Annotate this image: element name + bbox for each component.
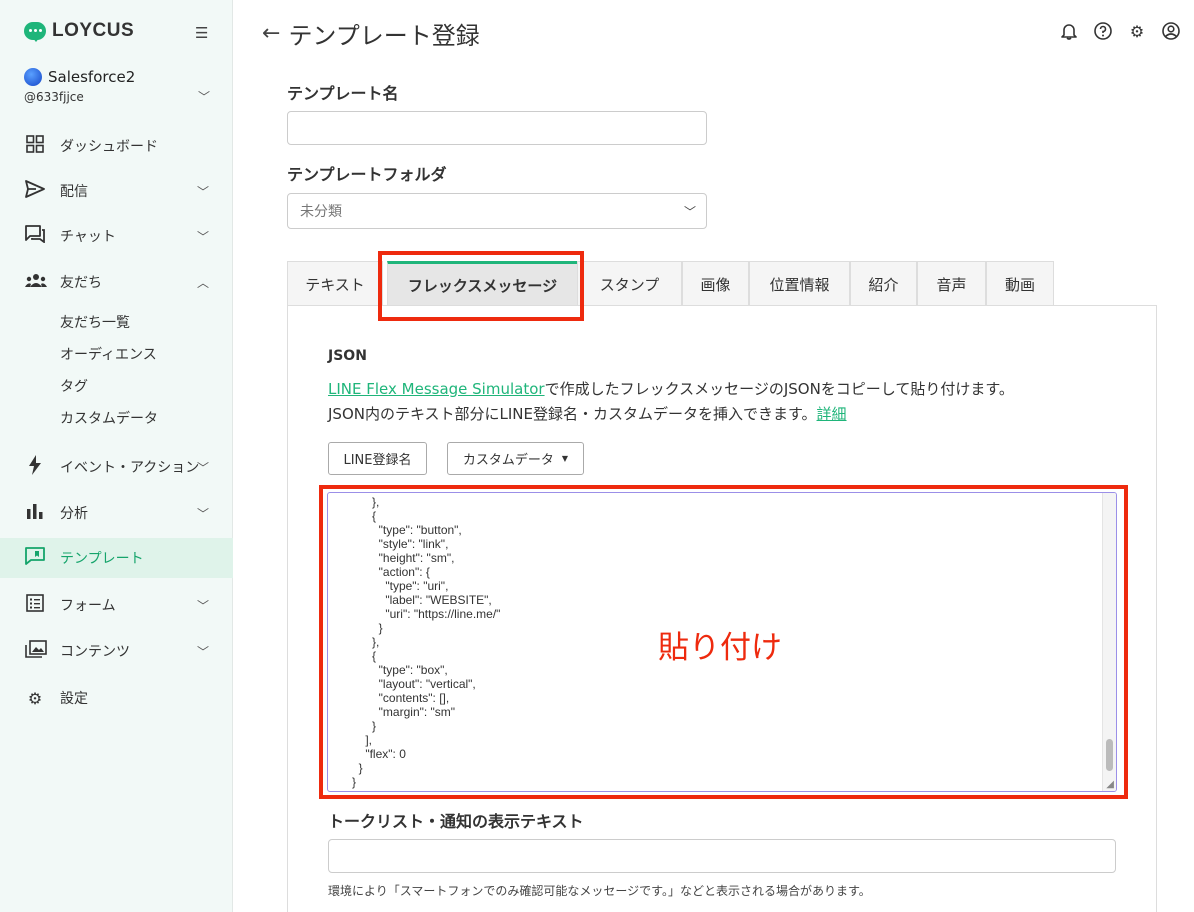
json-section-title: JSON [328, 348, 367, 364]
chat-icon [25, 225, 45, 247]
nav-delivery[interactable]: 配信 ﹀ [0, 171, 233, 211]
nav-chat-label: チャット [60, 229, 116, 245]
template-folder-value: 未分類 [300, 204, 342, 220]
nav-events[interactable]: イベント・アクション ﹀ [0, 447, 233, 487]
nav-contents-label: コンテンツ [60, 644, 130, 660]
custom-data-button-label: カスタムデータ [462, 453, 554, 468]
logo-text: LOYCUS [52, 20, 135, 41]
chevron-down-icon: ﹀ [197, 184, 210, 199]
nav-dashboard-label: ダッシュボード [60, 139, 158, 155]
top-icons: ⚙ [1060, 22, 1180, 41]
page-title: テンプレート登録 [288, 22, 480, 50]
nav-contents[interactable]: コンテンツ ﹀ [0, 631, 233, 671]
tab-sticker[interactable]: スタンプ [577, 261, 682, 306]
nav-form[interactable]: フォーム ﹀ [0, 585, 233, 625]
nav-friends[interactable]: 友だち ︿ [0, 262, 233, 302]
people-icon [25, 272, 47, 292]
page-header: ← テンプレート登録 [262, 16, 480, 51]
json-description-line1: LINE Flex Message Simulatorで作成したフレックスメッセ… [328, 378, 1014, 399]
bell-icon[interactable] [1060, 22, 1078, 40]
nav-delivery-label: 配信 [60, 184, 88, 200]
alt-text-hint: 環境により「スマートフォンでのみ確認可能なメッセージです。」などと表示される場合… [328, 884, 871, 898]
bar-chart-icon [25, 503, 45, 523]
flex-simulator-link[interactable]: LINE Flex Message Simulator [328, 380, 545, 398]
nav-settings-label: 設定 [60, 691, 88, 707]
nav-custom-data[interactable]: カスタムデータ [60, 408, 158, 428]
send-icon [25, 180, 45, 202]
tab-image[interactable]: 画像 [682, 261, 749, 306]
alt-text-label: トークリスト・通知の表示テキスト [328, 812, 584, 831]
chevron-down-icon: ﹀ [197, 644, 210, 659]
nav-events-label: イベント・アクション [60, 460, 200, 476]
nav-audience[interactable]: オーディエンス [60, 344, 157, 364]
nav-friends-label: 友だち [60, 275, 102, 291]
nav-analytics-label: 分析 [60, 506, 88, 522]
back-arrow-icon[interactable]: ← [262, 21, 280, 46]
json-description-line2: JSON内のテキスト部分にLINE登録名・カスタムデータを挿入できます。詳細 [328, 403, 847, 424]
help-icon[interactable] [1094, 22, 1112, 40]
paste-annotation: 貼り付け [658, 630, 782, 666]
chevron-down-icon: ﹀ [683, 204, 696, 219]
tab-highlight-box [378, 251, 584, 321]
lightning-icon [25, 455, 45, 479]
tab-location[interactable]: 位置情報 [749, 261, 850, 306]
nav-dashboard[interactable]: ダッシュボード [0, 126, 233, 166]
chevron-down-icon: ﹀ [197, 460, 210, 475]
tab-audio[interactable]: 音声 [917, 261, 986, 306]
nav-friends-list[interactable]: 友だち一覧 [60, 312, 130, 332]
settings-gear-icon[interactable]: ⚙ [1128, 22, 1146, 41]
caret-down-icon: ▼ [561, 454, 569, 463]
tab-text[interactable]: テキスト [287, 261, 383, 306]
custom-data-dropdown-button[interactable]: カスタムデータ ▼ [447, 442, 584, 475]
detail-link[interactable]: 詳細 [817, 405, 847, 423]
template-folder-select[interactable]: 未分類 ﹀ [287, 193, 707, 229]
tab-referral[interactable]: 紹介 [850, 261, 917, 306]
account-name: Salesforce2 [48, 68, 136, 86]
chevron-down-icon[interactable]: ﹀ [198, 88, 210, 105]
nav-settings[interactable]: ⚙ 設定 [0, 678, 233, 718]
account-switcher[interactable]: Salesforce2 @633fjjce [24, 68, 135, 104]
account-avatar-icon [24, 68, 42, 86]
nav-tags[interactable]: タグ [60, 376, 88, 396]
form-icon [25, 594, 45, 616]
sidebar: LOYCUS ☰ Salesforce2 @633fjjce ﹀ ダッシュボード… [0, 0, 233, 912]
account-circle-icon[interactable] [1162, 22, 1180, 40]
template-name-label: テンプレート名 [287, 84, 399, 103]
nav-analytics[interactable]: 分析 ﹀ [0, 493, 233, 533]
image-library-icon [25, 640, 47, 662]
nav-template[interactable]: テンプレート [0, 538, 233, 578]
chevron-down-icon: ﹀ [197, 598, 210, 613]
logo-chat-bubble-icon [24, 22, 46, 42]
logo[interactable]: LOYCUS [24, 20, 134, 42]
alt-text-input[interactable] [328, 839, 1116, 873]
nav-chat[interactable]: チャット ﹀ [0, 216, 233, 256]
gear-icon: ⚙ [27, 688, 43, 708]
grid-icon [25, 135, 45, 157]
template-icon [25, 547, 45, 569]
json-description-text2: JSON内のテキスト部分にLINE登録名・カスタムデータを挿入できます。 [328, 405, 817, 423]
template-folder-label: テンプレートフォルダ [287, 165, 447, 184]
tab-video[interactable]: 動画 [986, 261, 1054, 306]
account-handle: @633fjjce [24, 90, 84, 104]
chevron-down-icon: ﹀ [197, 506, 210, 521]
nav-template-label: テンプレート [60, 551, 144, 567]
nav-form-label: フォーム [60, 598, 116, 614]
chevron-down-icon: ﹀ [197, 229, 210, 244]
json-description-text: で作成したフレックスメッセージのJSONをコピーして貼り付けます。 [544, 380, 1014, 398]
collapse-sidebar-icon[interactable]: ☰ [195, 24, 208, 42]
insert-line-name-button[interactable]: LINE登録名 [328, 442, 427, 475]
template-name-input[interactable] [287, 111, 707, 145]
chevron-up-icon: ︿ [197, 275, 210, 290]
